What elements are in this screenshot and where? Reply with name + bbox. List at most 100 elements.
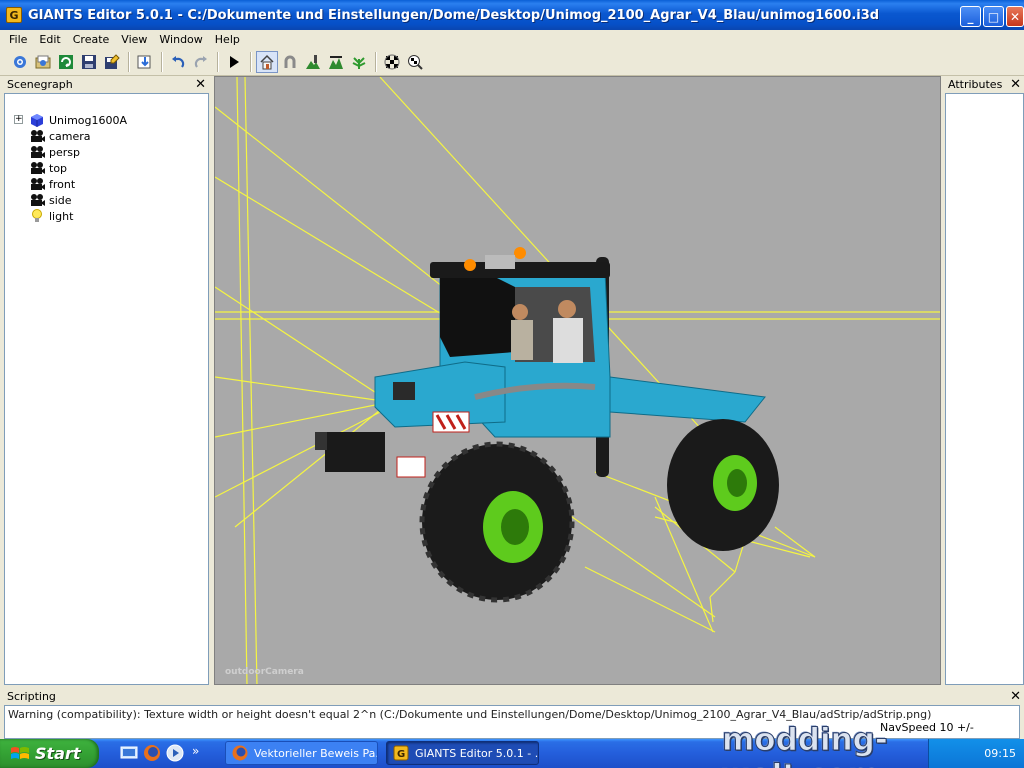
- firefox-icon: [232, 745, 248, 761]
- taskbar-button-label: GIANTS Editor 5.0.1 - ...: [415, 746, 539, 760]
- start-label: Start: [35, 744, 81, 763]
- windows-logo-icon: [11, 746, 29, 759]
- tree-item-unimog[interactable]: Unimog1600A: [29, 112, 127, 128]
- maximize-button[interactable]: □: [983, 6, 1004, 27]
- import-icon[interactable]: [134, 51, 156, 73]
- tree-item-label: front: [49, 177, 76, 191]
- beacon-left: [464, 259, 476, 271]
- front-hitch: [325, 432, 385, 472]
- camera-icon: [29, 177, 45, 191]
- firefox-icon[interactable]: [143, 744, 161, 762]
- quick-launch-overflow[interactable]: »: [192, 744, 199, 758]
- tree-item-label: side: [49, 193, 72, 207]
- cab-pillar-front: [440, 272, 515, 357]
- passenger-body: [553, 318, 583, 363]
- 3d-viewport[interactable]: outdoorCamera: [214, 76, 941, 685]
- scenegraph-title: Scenegraph: [7, 78, 73, 91]
- flatbed: [609, 376, 766, 423]
- save-as-icon[interactable]: [101, 51, 123, 73]
- unimog-model: [315, 247, 779, 603]
- toolbar-separator: [250, 51, 251, 72]
- menu-help[interactable]: Help: [209, 33, 246, 46]
- tree-item-front[interactable]: front: [29, 176, 75, 192]
- open-icon[interactable]: [32, 51, 54, 73]
- camera-icon: [29, 161, 45, 175]
- terrain-paint-icon[interactable]: [302, 51, 324, 73]
- foliage-paint-icon[interactable]: [348, 51, 370, 73]
- toolbar: [0, 48, 1024, 76]
- tree-item-camera[interactable]: camera: [29, 128, 91, 144]
- toolbar-separator: [161, 51, 162, 72]
- save-icon[interactable]: [78, 51, 100, 73]
- toolbar-separator: [375, 51, 376, 72]
- driver-head: [512, 304, 528, 320]
- camera-icon: [29, 129, 45, 143]
- show-desktop-icon[interactable]: [120, 744, 138, 762]
- attributes-title: Attributes: [948, 78, 1003, 91]
- new-scene-icon[interactable]: [9, 51, 31, 73]
- terrain-sculpt-icon[interactable]: [325, 51, 347, 73]
- reload-icon[interactable]: [55, 51, 77, 73]
- tree-item-label: light: [49, 209, 74, 223]
- toolbar-separator: [128, 51, 129, 72]
- redo-icon[interactable]: [190, 51, 212, 73]
- tree-expand-toggle[interactable]: +: [14, 115, 23, 124]
- script-warning-message: Warning (compatibility): Texture width o…: [8, 708, 932, 721]
- scripting-header: Scripting ✕: [0, 688, 1024, 705]
- scripting-close-button[interactable]: ✕: [1010, 688, 1021, 705]
- attributes-body[interactable]: [945, 93, 1024, 685]
- start-button[interactable]: Start: [0, 739, 99, 768]
- toolbar-separator: [217, 51, 218, 72]
- attributes-header: Attributes ✕: [945, 76, 1024, 93]
- camera-icon: [29, 193, 45, 207]
- giants-app-icon[interactable]: G: [6, 7, 22, 23]
- giants-editor-icon: G: [393, 745, 409, 761]
- close-window-button[interactable]: ✕: [1006, 6, 1024, 27]
- checker-icon[interactable]: [381, 51, 403, 73]
- magnet-icon[interactable]: [279, 51, 301, 73]
- attributes-panel: Attributes ✕: [945, 76, 1024, 685]
- scenegraph-panel: Scenegraph ✕ + Unimog1600A camera persp …: [4, 76, 209, 685]
- scenegraph-close-button[interactable]: ✕: [195, 76, 206, 93]
- tree-item-label: top: [49, 161, 68, 175]
- menu-bar: File Edit Create View Window Help: [0, 30, 1024, 48]
- minimize-button[interactable]: _: [960, 6, 981, 27]
- tree-item-label: Unimog1600A: [49, 113, 128, 127]
- driver-body: [511, 320, 533, 360]
- attributes-close-button[interactable]: ✕: [1010, 76, 1021, 93]
- watermark: modding-welt.com: [722, 722, 889, 768]
- tree-item-label: persp: [49, 145, 80, 159]
- title-bar[interactable]: G GIANTS Editor 5.0.1 - C:/Dokumente und…: [0, 0, 1024, 30]
- taskbar-button-firefox[interactable]: Vektorieller Beweis Pa...: [225, 741, 378, 765]
- undo-icon[interactable]: [167, 51, 189, 73]
- menu-view[interactable]: View: [115, 33, 153, 46]
- play-icon[interactable]: [223, 51, 245, 73]
- viewport-camera-label: outdoorCamera: [225, 667, 304, 677]
- menu-file[interactable]: File: [0, 33, 33, 46]
- scenegraph-header: Scenegraph ✕: [4, 76, 209, 93]
- taskbar-button-label: Vektorieller Beweis Pa...: [254, 746, 378, 760]
- grille: [393, 382, 415, 400]
- camera-icon: [29, 145, 45, 159]
- svg-text:G: G: [397, 749, 405, 760]
- tree-item-top[interactable]: top: [29, 160, 67, 176]
- light-bulb-icon: [29, 209, 45, 223]
- menu-window[interactable]: Window: [153, 33, 208, 46]
- transform-group-icon: [29, 113, 45, 127]
- media-player-icon[interactable]: [166, 744, 184, 762]
- home-icon[interactable]: [256, 50, 278, 73]
- menu-create[interactable]: Create: [67, 33, 116, 46]
- scene-render: [215, 77, 940, 684]
- taskbar-button-giants-editor[interactable]: G GIANTS Editor 5.0.1 - ...: [386, 741, 539, 765]
- menu-edit[interactable]: Edit: [33, 33, 66, 46]
- tree-item-persp[interactable]: persp: [29, 144, 80, 160]
- tree-item-side[interactable]: side: [29, 192, 72, 208]
- scene-tree[interactable]: + Unimog1600A camera persp top front sid…: [4, 93, 209, 685]
- cab-roof: [430, 262, 610, 278]
- beacon-right: [514, 247, 526, 259]
- roof-lights: [485, 255, 515, 269]
- passenger-head: [558, 300, 576, 318]
- window-title: GIANTS Editor 5.0.1 - C:/Dokumente und E…: [28, 7, 880, 23]
- checker-view-icon[interactable]: [404, 51, 426, 73]
- tree-item-light[interactable]: light: [29, 208, 73, 224]
